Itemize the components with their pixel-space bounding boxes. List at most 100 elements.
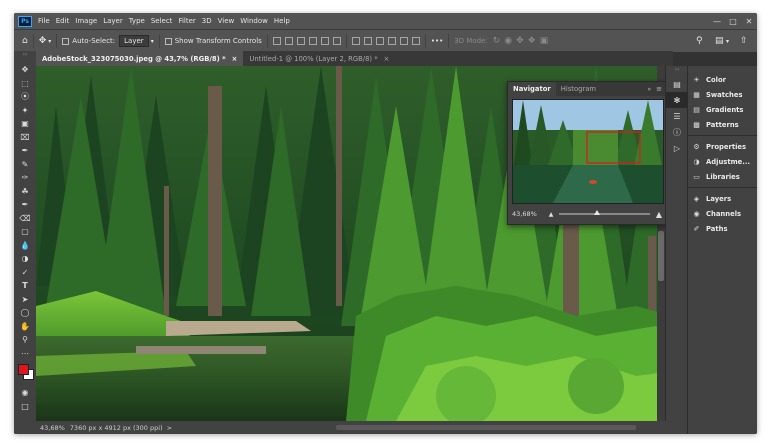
align-left-icon[interactable] [272, 37, 281, 45]
crop-tool-icon[interactable]: ▣ [14, 117, 36, 131]
brush-tool-icon[interactable]: ✑ [14, 171, 36, 185]
collapse-icon[interactable]: ‹‹ [666, 66, 688, 76]
navigator-thumbnail[interactable] [512, 99, 664, 204]
quick-select-icon[interactable]: ✦ [14, 104, 36, 118]
menu-file[interactable]: File [38, 17, 50, 25]
panel-channels[interactable]: ◉ Channels [688, 206, 757, 221]
layer-dropdown[interactable]: Layer [119, 35, 149, 47]
zoom-out-icon[interactable]: ▲ [549, 211, 554, 218]
minimize-icon[interactable]: — [709, 13, 725, 29]
navigator-zoom-value[interactable]: 43,68% [512, 210, 537, 218]
blur-tool-icon[interactable]: 💧 [14, 239, 36, 253]
menu-image[interactable]: Image [75, 17, 97, 25]
frame-tool-icon[interactable]: ⌧ [14, 131, 36, 145]
distribute-left-icon[interactable] [387, 37, 396, 45]
home-icon[interactable]: ⌂ [22, 36, 28, 46]
tab-adobestock[interactable]: AdobeStock_323075030.jpeg @ 43,7% (RGB/8… [36, 51, 244, 66]
panel-adjustments[interactable]: ◑ Adjustme... [688, 154, 757, 169]
search-icon[interactable]: ⚲ [696, 36, 703, 46]
history-icon[interactable]: ▤ [666, 76, 688, 92]
more-options-button[interactable]: ••• [431, 37, 443, 45]
character-icon[interactable]: ☰ [666, 108, 688, 124]
zoom-tool-icon[interactable]: ⚲ [14, 333, 36, 347]
marquee-tool-icon[interactable]: ⬚ [14, 77, 36, 91]
workspace-icon[interactable]: ▤ [715, 36, 724, 46]
align-top-icon[interactable] [308, 37, 317, 45]
align-right-icon[interactable] [296, 37, 305, 45]
close-icon[interactable]: ✕ [741, 13, 757, 29]
menu-filter[interactable]: Filter [178, 17, 195, 25]
actions-icon[interactable]: ▷ [666, 140, 688, 156]
panel-properties[interactable]: ⚙ Properties [688, 139, 757, 154]
panel-patterns[interactable]: ▩ Patterns [688, 117, 757, 132]
panel-color[interactable]: ☀ Color [688, 72, 757, 87]
collapse-icon[interactable]: ›› [14, 51, 36, 63]
tab-untitled[interactable]: Untitled-1 @ 100% (Layer 2, RGB/8) * × [243, 51, 395, 66]
camera-3d-icon[interactable]: ▣ [540, 36, 549, 46]
tab-close-icon[interactable]: × [384, 55, 390, 63]
menu-select[interactable]: Select [151, 17, 173, 25]
panel-paths[interactable]: ✐ Paths [688, 221, 757, 236]
eraser-icon[interactable]: ⌫ [14, 212, 36, 226]
info-icon[interactable]: ⓘ [666, 124, 688, 140]
align-bottom-icon[interactable] [332, 37, 341, 45]
align-middle-icon[interactable] [320, 37, 329, 45]
zoom-in-icon[interactable]: ▲ [656, 210, 662, 219]
dodge-tool-icon[interactable]: ◑ [14, 252, 36, 266]
foreground-color-swatch[interactable] [18, 364, 29, 375]
zoom-slider[interactable] [559, 210, 650, 215]
gradient-tool-icon[interactable]: ▢ [14, 225, 36, 239]
menu-3d[interactable]: 3D [202, 17, 212, 25]
navigator-icon[interactable]: ✻ [666, 92, 688, 108]
slide-3d-icon[interactable]: ❖ [528, 36, 536, 46]
tab-close-icon[interactable]: × [232, 55, 238, 63]
quick-mask-icon[interactable]: ◉ [14, 386, 36, 400]
orbit-3d-icon[interactable]: ↻ [493, 36, 501, 46]
menu-edit[interactable]: Edit [56, 17, 70, 25]
menu-window[interactable]: Window [240, 17, 268, 25]
roll-3d-icon[interactable]: ◉ [504, 36, 512, 46]
status-arrow-icon[interactable]: > [167, 424, 172, 432]
distribute-top-icon[interactable] [351, 37, 360, 45]
panel-libraries[interactable]: ▭ Libraries [688, 169, 757, 184]
panel-swatches[interactable]: ▦ Swatches [688, 87, 757, 102]
share-icon[interactable]: ⇧ [740, 36, 748, 46]
panel-gradients[interactable]: ▤ Gradients [688, 102, 757, 117]
eyedropper-icon[interactable]: ✒ [14, 144, 36, 158]
move-tool-icon[interactable]: ✥ [14, 63, 36, 77]
pen-tool-icon[interactable]: ✓ [14, 266, 36, 280]
type-tool-icon[interactable]: T [14, 279, 36, 293]
distribute-middle-icon[interactable] [363, 37, 372, 45]
distribute-right-icon[interactable] [411, 37, 420, 45]
chevron-down-icon[interactable]: ▾ [151, 38, 154, 45]
more-tools-icon[interactable]: ⋯ [14, 347, 36, 361]
hand-tool-icon[interactable]: ✋ [14, 320, 36, 334]
collapse-panel-icon[interactable]: » [647, 86, 651, 93]
menu-layer[interactable]: Layer [103, 17, 123, 25]
menu-view[interactable]: View [218, 17, 235, 25]
move-tool-icon[interactable]: ✥ [39, 36, 47, 46]
zoom-slider-handle[interactable] [593, 210, 600, 215]
distribute-center-icon[interactable] [399, 37, 408, 45]
lasso-tool-icon[interactable]: ⦿ [14, 90, 36, 104]
scrollbar-thumb[interactable] [658, 231, 664, 281]
tab-histogram[interactable]: Histogram [556, 82, 601, 96]
align-center-icon[interactable] [284, 37, 293, 45]
menu-help[interactable]: Help [274, 17, 290, 25]
status-zoom[interactable]: 43,68% [40, 424, 65, 432]
chevron-down-icon[interactable]: ▾ [726, 38, 729, 45]
screen-mode-icon[interactable]: □ [14, 400, 36, 414]
panel-menu-icon[interactable]: ≡ [656, 85, 662, 93]
menu-type[interactable]: Type [129, 17, 145, 25]
distribute-bottom-icon[interactable] [375, 37, 384, 45]
panel-layers[interactable]: ◈ Layers [688, 191, 757, 206]
history-brush-icon[interactable]: ✒ [14, 198, 36, 212]
path-select-icon[interactable]: ➤ [14, 293, 36, 307]
auto-select-checkbox[interactable] [62, 37, 70, 45]
chevron-down-icon[interactable]: ▾ [48, 38, 51, 45]
clone-stamp-icon[interactable]: ☘ [14, 185, 36, 199]
healing-brush-icon[interactable]: ✎ [14, 158, 36, 172]
tab-navigator[interactable]: Navigator [508, 82, 556, 96]
shape-tool-icon[interactable]: ◯ [14, 306, 36, 320]
show-transform-checkbox[interactable] [164, 37, 172, 45]
